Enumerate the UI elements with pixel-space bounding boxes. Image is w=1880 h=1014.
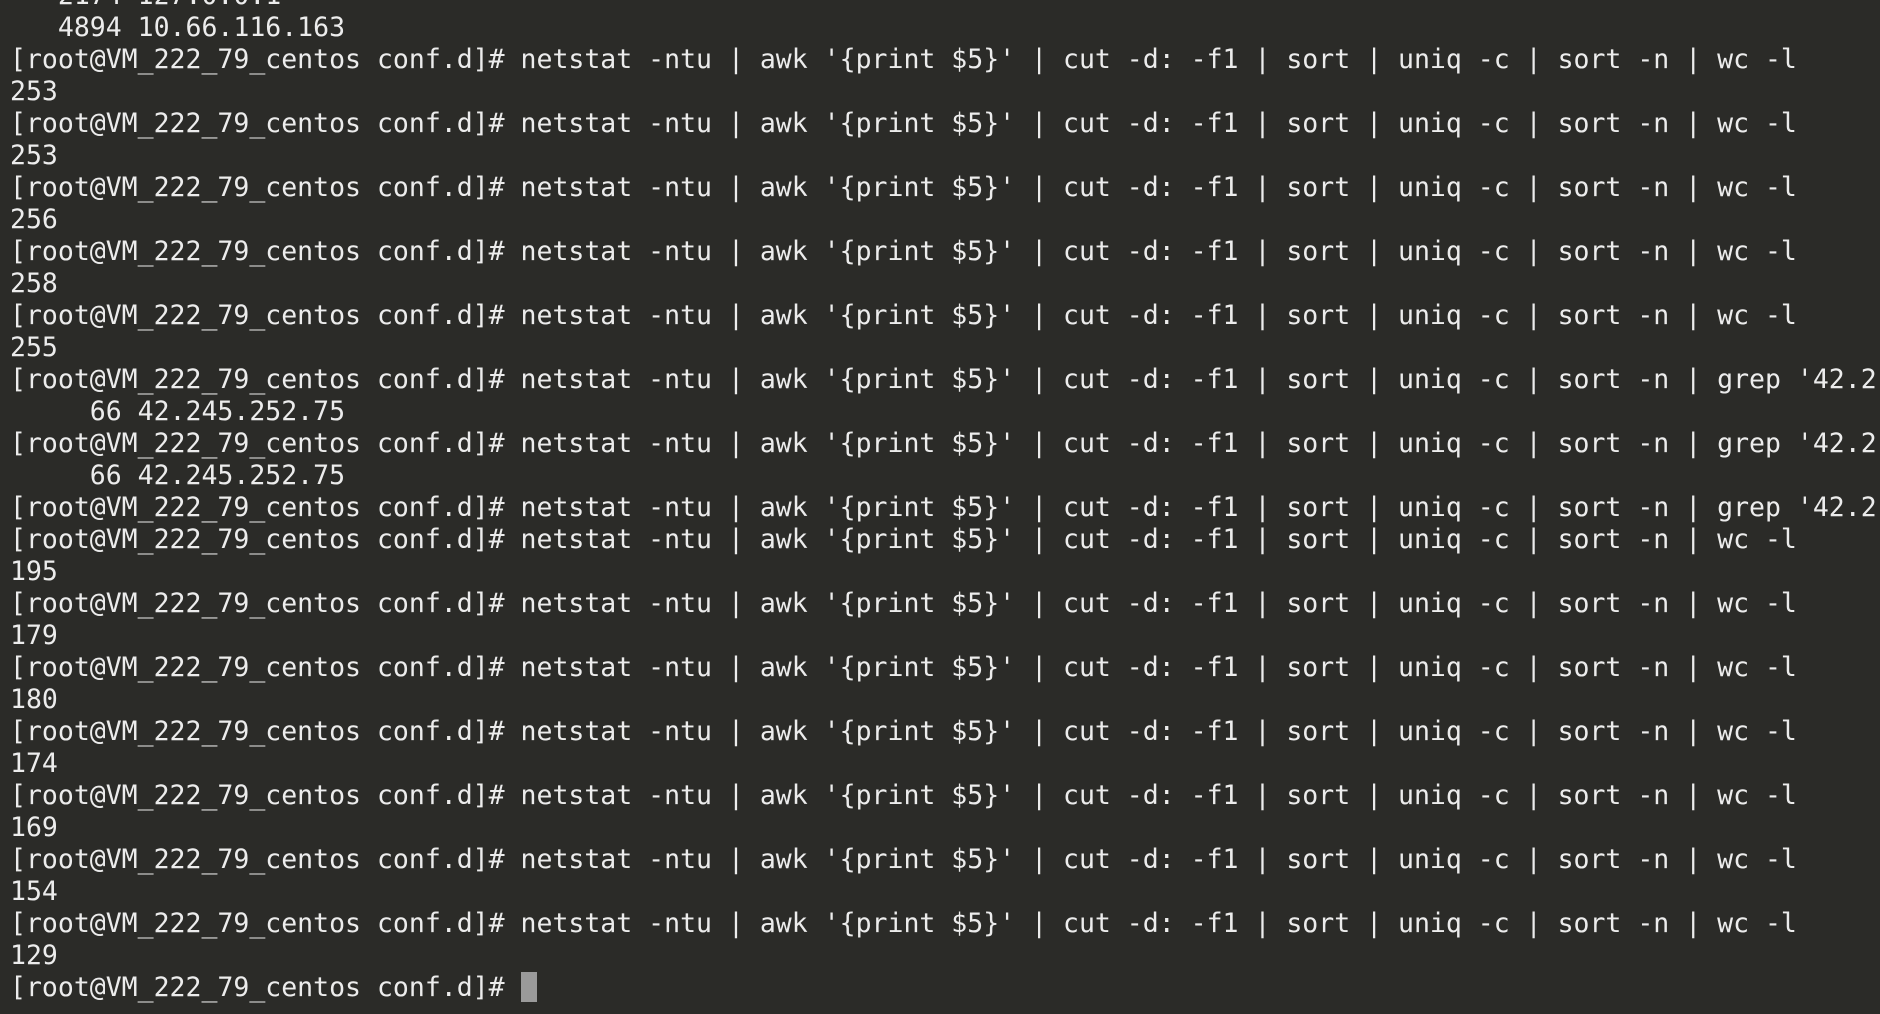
output-line: 154 [10,876,58,907]
command-line: [root@VM_222_79_centos conf.d]# netstat … [10,652,1797,683]
output-line: 253 [10,140,58,171]
output-line: 66 42.245.252.75 [10,460,346,491]
terminal-window[interactable]: 2174 127.0.0.1 4894 10.66.116.163 [root@… [0,0,1880,1014]
command-line: [root@VM_222_79_centos conf.d]# netstat … [10,844,1797,875]
command-line: [root@VM_222_79_centos conf.d]# netstat … [10,524,1797,555]
command-line: [root@VM_222_79_centos conf.d]# netstat … [10,908,1797,939]
command-line: [root@VM_222_79_centos conf.d]# netstat … [10,44,1797,75]
command-line: [root@VM_222_79_centos conf.d]# netstat … [10,588,1797,619]
shell-prompt: [root@VM_222_79_centos conf.d]# [10,972,521,1003]
command-line: [root@VM_222_79_centos conf.d]# netstat … [10,364,1877,395]
output-line: 66 42.245.252.75 [10,396,346,427]
output-line: 179 [10,620,58,651]
command-line: [root@VM_222_79_centos conf.d]# netstat … [10,300,1797,331]
text-cursor [520,972,537,1002]
current-prompt-line[interactable]: [root@VM_222_79_centos conf.d]# [10,972,1880,1004]
output-line: 129 [10,940,58,971]
output-line: 256 [10,204,58,235]
output-line: 2174 127.0.0.1 [10,0,1880,12]
command-line: [root@VM_222_79_centos conf.d]# netstat … [10,108,1797,139]
command-line: [root@VM_222_79_centos conf.d]# netstat … [10,492,1877,523]
output-line: 253 [10,76,58,107]
output-line: 169 [10,812,58,843]
output-line: 180 [10,684,58,715]
command-line: [root@VM_222_79_centos conf.d]# netstat … [10,236,1797,267]
output-line: 258 [10,268,58,299]
command-line: [root@VM_222_79_centos conf.d]# netstat … [10,428,1877,459]
output-line: 195 [10,556,58,587]
command-line: [root@VM_222_79_centos conf.d]# netstat … [10,780,1797,811]
terminal-output: 2174 127.0.0.1 4894 10.66.116.163 [root@… [10,0,1880,1004]
output-line: 255 [10,332,58,363]
output-line: 4894 10.66.116.163 [10,12,346,43]
output-line: 174 [10,748,58,779]
command-line: [root@VM_222_79_centos conf.d]# netstat … [10,716,1797,747]
command-line: [root@VM_222_79_centos conf.d]# netstat … [10,172,1797,203]
